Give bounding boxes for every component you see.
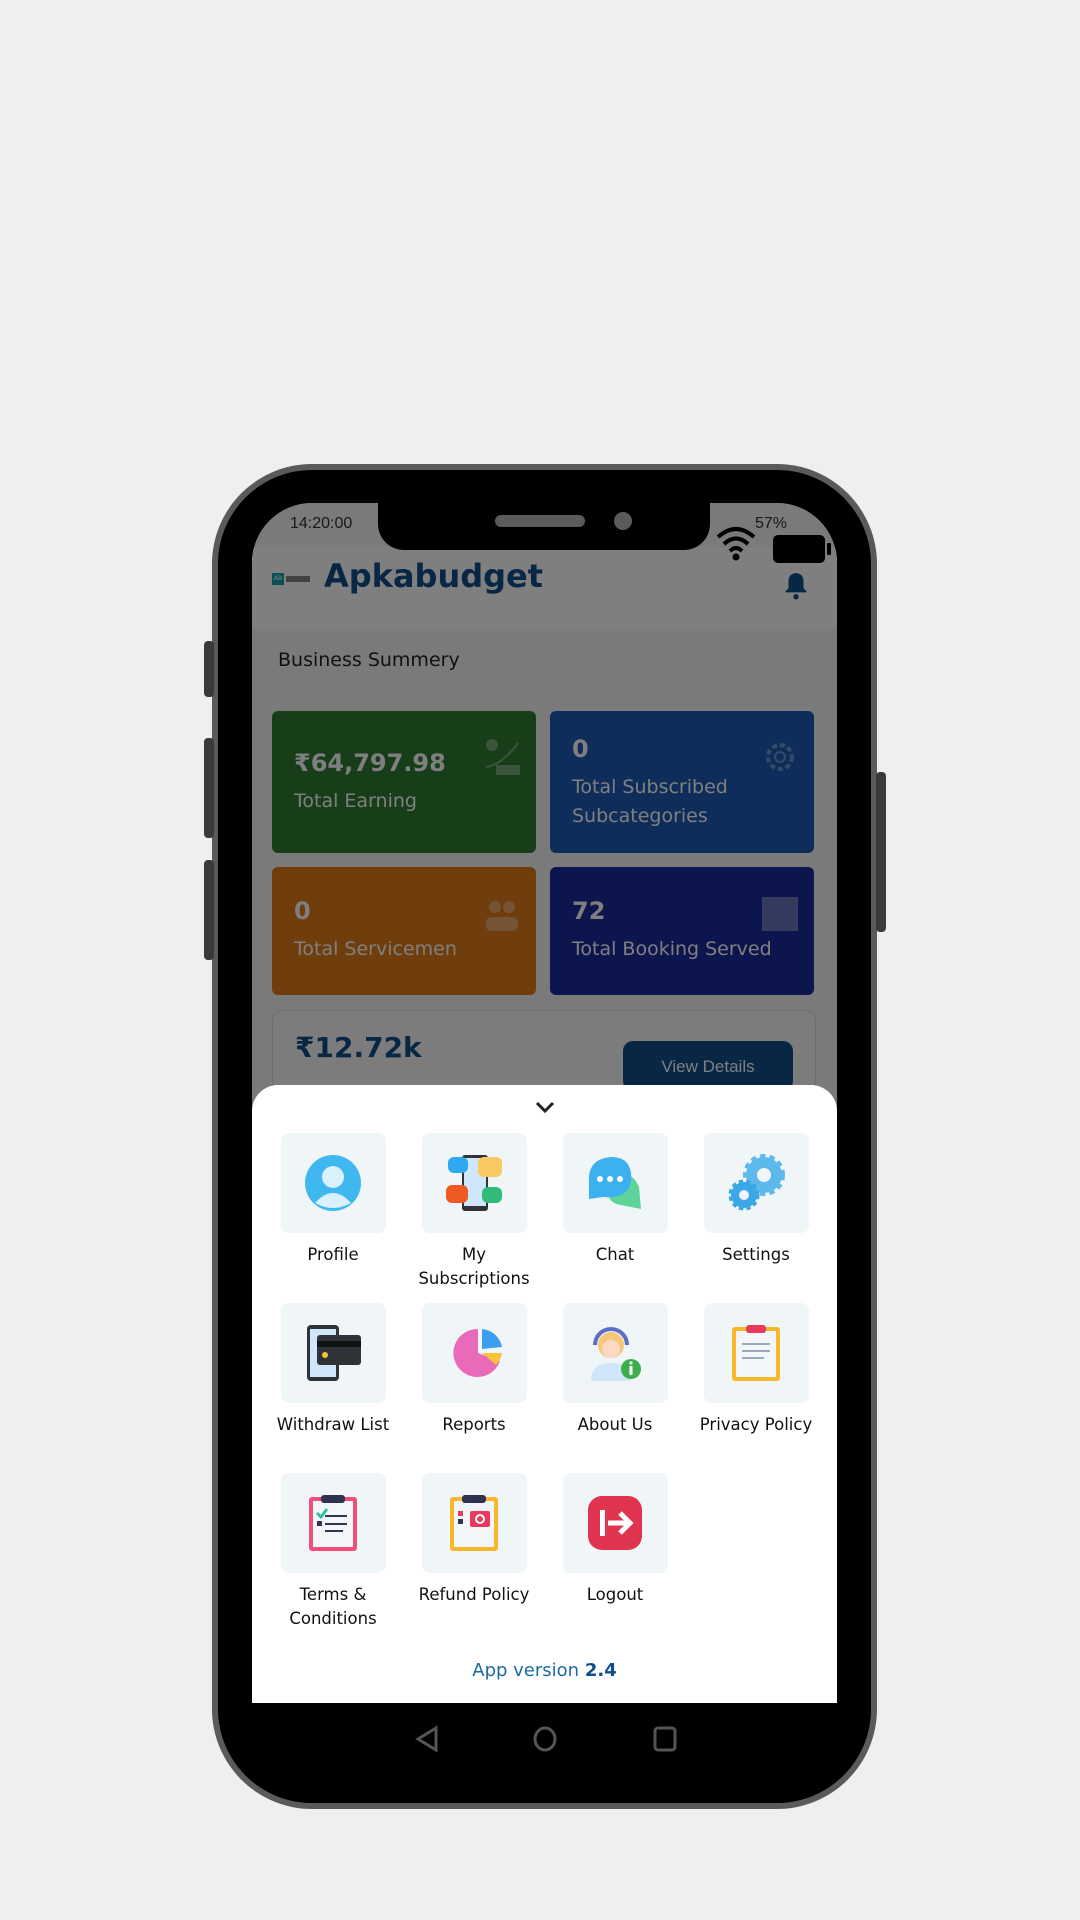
menu-item-profile[interactable]: Profile <box>266 1133 400 1267</box>
subscriptions-icon <box>446 1155 502 1211</box>
menu-item-about-us[interactable]: About Us <box>548 1303 682 1437</box>
app-version: App version 2.4 <box>472 1660 617 1681</box>
reports-icon <box>453 1328 502 1377</box>
nav-home-icon[interactable] <box>532 1725 558 1753</box>
logout-icon <box>588 1496 642 1550</box>
menu-bottom-sheet: Profile My Subscriptions Chat Settings W… <box>252 1085 837 1703</box>
menu-item-reports[interactable]: Reports <box>407 1303 541 1437</box>
battery-icon <box>773 535 831 563</box>
chat-icon <box>588 1157 641 1209</box>
side-button-action <box>204 641 214 697</box>
nav-recents-icon[interactable] <box>652 1725 678 1753</box>
nav-back-icon[interactable] <box>414 1725 440 1753</box>
app-version-number: 2.4 <box>584 1660 617 1681</box>
menu-item-privacy-policy[interactable]: Privacy Policy <box>689 1303 823 1437</box>
menu-item-logout[interactable]: Logout <box>548 1473 682 1607</box>
phone-speaker <box>495 515 585 527</box>
menu-item-my-subscriptions[interactable]: My Subscriptions <box>407 1133 541 1291</box>
menu-item-settings[interactable]: Settings <box>689 1133 823 1267</box>
phone-camera <box>614 512 632 530</box>
terms-icon <box>309 1495 357 1551</box>
refund-icon <box>450 1495 498 1551</box>
menu-item-withdraw-list[interactable]: Withdraw List <box>266 1303 400 1437</box>
side-button-power <box>876 772 886 932</box>
chevron-down-icon[interactable] <box>533 1099 557 1115</box>
side-button-volume-down <box>204 860 214 960</box>
privacy-icon <box>732 1325 780 1381</box>
screen: 14:20:00 57% AB Apkabudget Business Summ… <box>252 503 837 1703</box>
withdraw-icon <box>307 1325 361 1381</box>
wifi-icon <box>716 527 756 561</box>
side-button-volume-up <box>204 738 214 838</box>
profile-icon <box>305 1155 361 1211</box>
about-icon <box>591 1327 641 1381</box>
settings-icon <box>728 1154 785 1211</box>
system-nav-bar <box>252 1703 837 1773</box>
menu-item-terms-conditions[interactable]: Terms & Conditions <box>266 1473 400 1631</box>
menu-item-refund-policy[interactable]: Refund Policy <box>407 1473 541 1607</box>
menu-item-chat[interactable]: Chat <box>548 1133 682 1267</box>
